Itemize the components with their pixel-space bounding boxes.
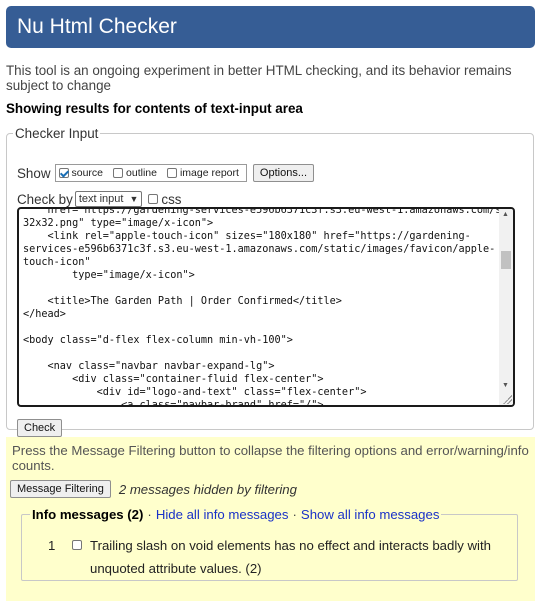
scrollbar-thumb[interactable] <box>501 251 511 269</box>
separator: · <box>147 507 152 522</box>
intro-text: This tool is an ongoing experiment in be… <box>6 63 512 93</box>
scroll-up-icon[interactable]: ▲ <box>502 211 509 218</box>
css-label: css <box>161 191 182 207</box>
image-report-checkbox[interactable] <box>166 168 177 178</box>
show-all-info-link[interactable]: Show all info messages <box>301 507 440 522</box>
info-messages-title: Info messages (2) <box>32 507 144 522</box>
options-button[interactable]: Options... <box>252 164 314 182</box>
hidden-messages-note: 2 messages hidden by filtering <box>118 481 297 497</box>
message-number: 1 <box>48 538 56 553</box>
option-outline-label: outline <box>126 167 157 179</box>
check-by-value: text input <box>78 193 124 205</box>
message-text: Trailing slash on void elements has no e… <box>90 538 491 576</box>
option-source-label: source <box>71 167 104 179</box>
showing-results-heading: Showing results for contents of text-inp… <box>6 101 303 116</box>
checker-input-legend: Checker Input <box>15 126 99 141</box>
source-code: href="https://gardening-services-e596b63… <box>23 207 515 407</box>
page-title: Nu Html Checker <box>17 15 177 38</box>
resize-handle-icon[interactable] <box>502 394 512 404</box>
show-options-box: source outline image report <box>54 164 247 182</box>
filter-note: Press the Message Filtering button to co… <box>12 443 529 473</box>
check-by-row: Check by text input ▼ css <box>17 191 181 207</box>
option-source[interactable]: source <box>58 167 104 179</box>
message-filtering-button[interactable]: Message Filtering <box>10 480 111 498</box>
check-by-label: Check by <box>17 191 73 207</box>
textarea-scrollbar[interactable]: ▲ ▼ <box>499 209 513 405</box>
option-image-report-label: image report <box>179 167 239 179</box>
results-panel: Press the Message Filtering button to co… <box>6 437 535 601</box>
check-button[interactable]: Check <box>17 419 63 437</box>
show-label: Show <box>17 165 51 181</box>
outline-checkbox[interactable] <box>113 168 124 178</box>
info-messages-legend: Info messages (2) · Hide all info messag… <box>30 507 441 522</box>
page-header: Nu Html Checker <box>6 6 535 48</box>
scroll-down-icon[interactable]: ▼ <box>502 382 509 389</box>
css-option[interactable]: css <box>148 192 181 207</box>
chevron-down-icon: ▼ <box>129 194 139 204</box>
option-outline[interactable]: outline <box>113 167 157 179</box>
hide-all-info-link[interactable]: Hide all info messages <box>156 507 289 522</box>
filter-row: Message Filtering 2 messages hidden by f… <box>10 480 297 498</box>
separator: · <box>292 507 297 522</box>
checker-input-fieldset: Checker Input Show source outline image … <box>6 126 534 437</box>
info-messages-fieldset: Info messages (2) · Hide all info messag… <box>21 507 518 581</box>
source-textarea[interactable]: href="https://gardening-services-e596b63… <box>17 207 515 407</box>
message-checkbox[interactable] <box>72 540 82 550</box>
css-checkbox[interactable] <box>148 194 159 204</box>
show-options-row: Show source outline image report Options… <box>17 164 314 182</box>
option-image-report[interactable]: image report <box>166 167 239 179</box>
check-by-select[interactable]: text input ▼ <box>74 191 143 207</box>
source-checkbox[interactable] <box>58 168 69 178</box>
